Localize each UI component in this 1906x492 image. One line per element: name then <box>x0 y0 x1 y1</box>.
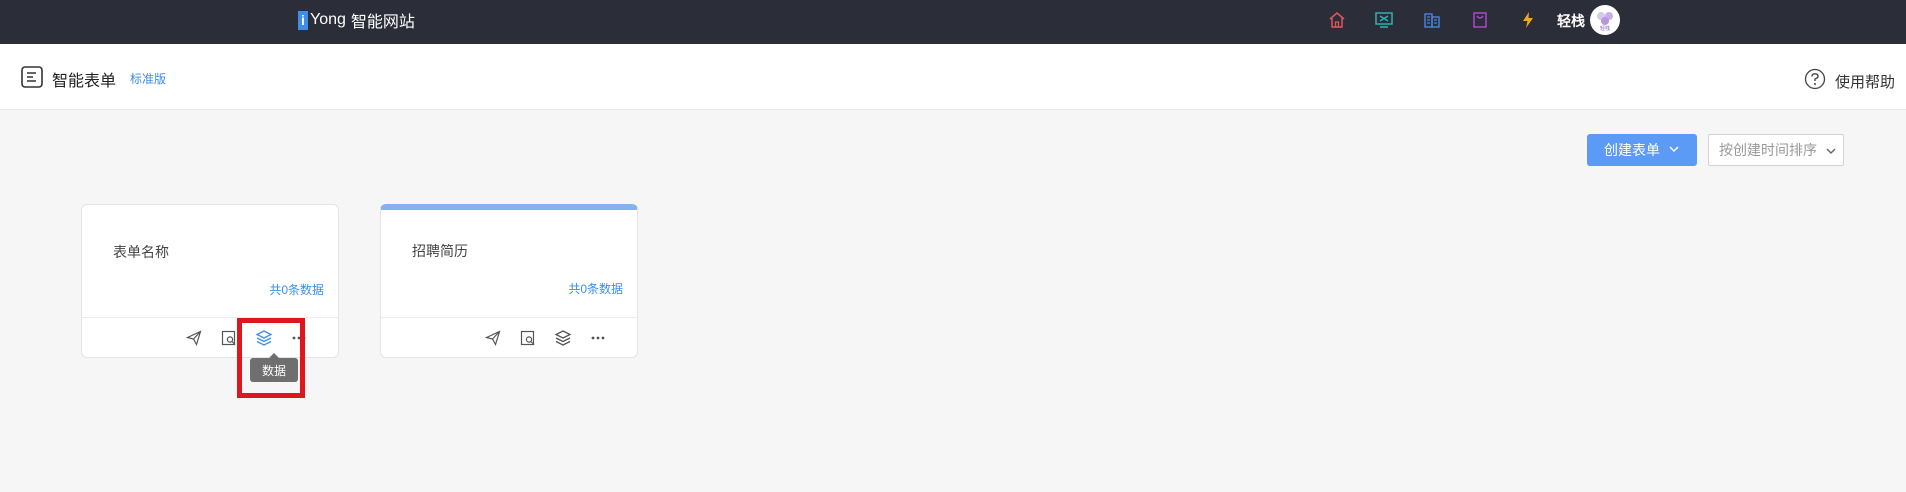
help-link[interactable]: 使用帮助 <box>1804 68 1895 95</box>
form-card-count[interactable]: 共0条数据 <box>269 281 324 298</box>
lightning-icon[interactable] <box>1517 9 1539 31</box>
chevron-down-icon <box>1825 144 1837 160</box>
top-navigation-bar: i Yong 智能网站 轻栈 轻栈 <box>0 0 1906 44</box>
preview-icon[interactable] <box>518 328 538 348</box>
form-list-icon <box>20 65 44 94</box>
sort-select-value: 按创建时间排序 <box>1719 142 1817 158</box>
form-card-name: 招聘简历 <box>412 243 468 259</box>
bag-icon[interactable] <box>1469 9 1491 31</box>
create-form-button[interactable]: 创建表单 <box>1587 134 1697 166</box>
chevron-down-icon <box>1668 142 1680 158</box>
page-header: 智能表单 标准版 使用帮助 <box>0 44 1906 110</box>
help-label: 使用帮助 <box>1835 74 1896 91</box>
sort-select[interactable]: 按创建时间排序 <box>1708 134 1844 166</box>
preview-icon[interactable] <box>219 328 239 348</box>
edition-badge: 标准版 <box>130 72 167 86</box>
send-icon[interactable] <box>184 328 204 348</box>
avatar[interactable]: 轻栈 <box>1590 5 1620 35</box>
form-card-name: 表单名称 <box>113 244 169 260</box>
brand-mark: i <box>298 10 308 30</box>
more-icon[interactable] <box>588 328 608 348</box>
help-icon <box>1804 68 1826 95</box>
form-card-actions <box>381 317 637 357</box>
building-icon[interactable] <box>1421 9 1443 31</box>
brand-suffix: 智能网站 <box>350 14 415 31</box>
avatar-logo-text: 轻栈 <box>1600 25 1610 32</box>
form-card[interactable]: 招聘简历 共0条数据 <box>380 204 638 358</box>
highlight-box <box>237 318 305 398</box>
home-icon[interactable] <box>1326 9 1348 31</box>
monitor-icon[interactable] <box>1373 9 1395 31</box>
create-form-label: 创建表单 <box>1604 142 1660 158</box>
brand-name: Yong <box>310 11 346 28</box>
username[interactable]: 轻栈 <box>1557 11 1585 31</box>
form-card-count[interactable]: 共0条数据 <box>568 280 623 297</box>
page-title: 智能表单 <box>52 73 117 90</box>
send-icon[interactable] <box>483 328 503 348</box>
layers-icon[interactable] <box>553 328 573 348</box>
brand-logo[interactable]: i Yong 智能网站 <box>298 9 415 31</box>
